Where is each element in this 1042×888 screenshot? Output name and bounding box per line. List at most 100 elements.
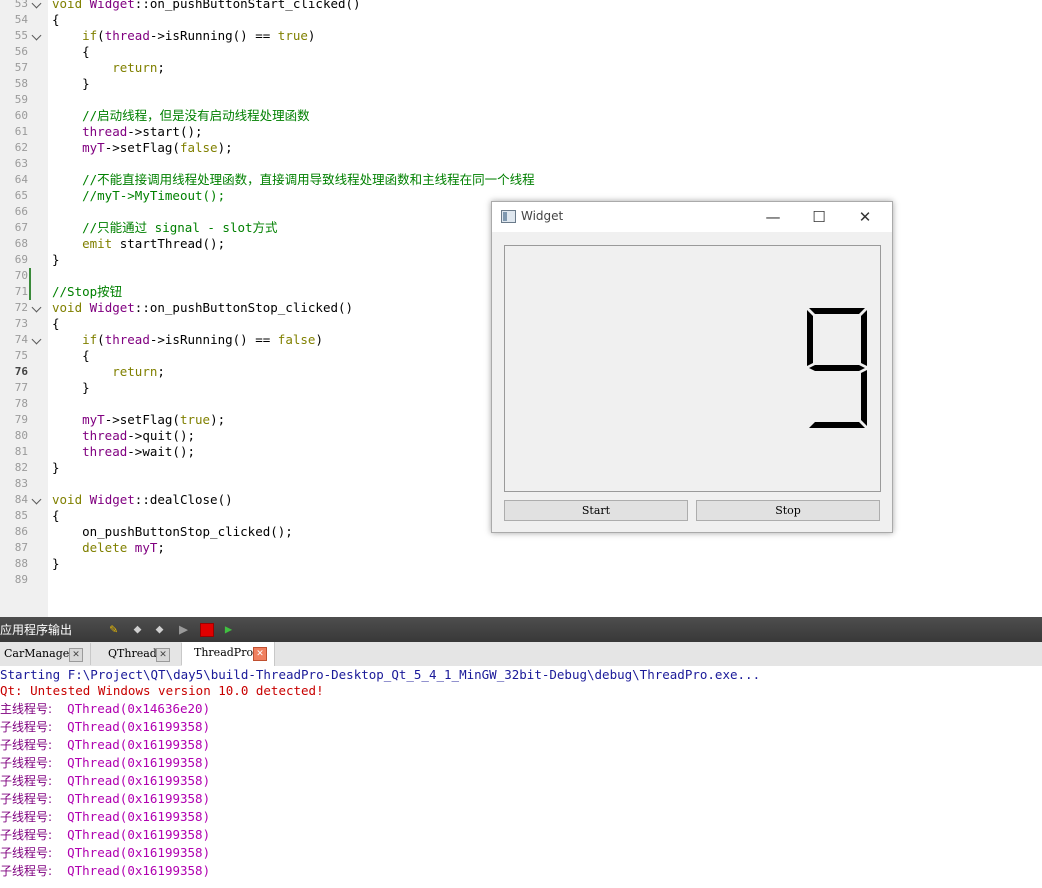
code-line[interactable]: 64 //不能直接调用线程处理函数，直接调用导致线程处理函数和主线程在同一个线程 [0,172,1042,188]
code-line[interactable]: 56 { [0,44,1042,60]
code-text: //myT->MyTimeout(); [52,188,225,204]
fold-chevron-icon[interactable] [31,334,42,345]
output-line: 子线程号: QThread(0x16199358) [0,808,210,826]
code-line[interactable]: 60 //启动线程，但是没有启动线程处理函数 [0,108,1042,124]
lcd-number-display [504,245,881,492]
widget-window[interactable]: Widget — ☐ ✕ Start Stop [491,201,893,533]
fold-chevron-icon[interactable] [31,0,42,9]
code-token: //启动线程，但是没有启动线程处理函数 [82,108,310,123]
code-token: { [52,316,60,331]
code-token: if [82,28,98,43]
code-line[interactable]: 54 { [0,12,1042,28]
code-line[interactable]: 89 [0,572,1042,588]
line-number: 80 [14,429,28,442]
close-button[interactable]: ✕ [842,202,888,232]
attach-debugger-icon[interactable]: ▶ [221,622,236,637]
code-text: void Widget::on_pushButtonStop_clicked() [52,300,353,316]
output-line: 主线程号: QThread(0x14636e20) [0,700,210,718]
code-token: return [112,364,158,379]
run-icon[interactable]: ▶ [176,622,191,637]
fold-chevron-icon[interactable] [31,494,42,505]
application-output[interactable]: Starting F:\Project\QT\day5\build-Thread… [0,666,1042,888]
code-token: true [179,412,211,427]
thread-id: QThread(0x16199358) [67,719,211,734]
start-button[interactable]: Start [504,500,688,521]
code-token: ( [97,28,105,43]
code-token: } [52,460,60,475]
close-tab-icon[interactable]: ✕ [69,648,83,662]
tab-qthread[interactable]: QThread ✕ [91,643,182,665]
code-token: //Stop按钮 [52,284,123,299]
code-token: { [52,44,90,59]
output-line: 子线程号: QThread(0x16199358) [0,862,210,880]
code-token: thread [82,124,128,139]
code-text: { [52,508,60,524]
code-line[interactable]: 57 return; [0,60,1042,76]
output-pane-title: 应用程序输出 [0,623,73,637]
code-token: ) [307,28,316,43]
code-token: { [52,12,60,27]
code-token: ; [157,364,165,379]
window-titlebar[interactable]: Widget — ☐ ✕ [492,202,892,232]
output-line: 子线程号: QThread(0x16199358) [0,736,210,754]
code-token: } [52,380,90,395]
code-text: void Widget::dealClose() [52,492,233,508]
code-text: } [52,252,60,268]
code-line[interactable]: 53 void Widget::on_pushButtonStart_clicke… [0,0,1042,12]
clear-output-icon[interactable]: ✎ [106,622,121,637]
close-tab-icon[interactable]: ✕ [253,647,267,661]
maximize-button[interactable]: ☐ [796,202,842,232]
code-token: ->isRunning() == [149,28,278,43]
line-number: 53 [14,0,28,10]
minimize-button[interactable]: — [750,202,796,232]
lcd-digit-graphic [807,308,867,428]
line-number: 88 [14,557,28,570]
app-window-icon [501,210,516,223]
code-token: ::on_pushButtonStop_clicked() [134,300,354,315]
code-token: if [82,332,98,347]
line-number: 71 [14,285,28,298]
code-line[interactable]: 58 } [0,76,1042,92]
code-token: delete [82,540,135,555]
stop-icon[interactable] [199,622,214,637]
code-token: void [52,0,90,11]
next-item-icon[interactable]: ◆ [152,622,167,637]
code-token: ->isRunning() == [149,332,278,347]
line-number: 78 [14,397,28,410]
code-line[interactable]: 55 if(thread->isRunning() == true) [0,28,1042,44]
code-text: if(thread->isRunning() == false) [52,332,323,348]
previous-item-icon[interactable]: ◆ [130,622,145,637]
close-tab-icon[interactable]: ✕ [156,648,170,662]
code-line[interactable]: 62 myT->setFlag(false); [0,140,1042,156]
line-number: 55 [14,29,28,42]
tab-threadpro[interactable]: ThreadPro ✕ [182,642,275,666]
fold-chevron-icon[interactable] [31,302,42,313]
code-line[interactable]: 87 delete myT; [0,540,1042,556]
code-text: //启动线程，但是没有启动线程处理函数 [52,108,310,124]
fold-chevron-icon[interactable] [31,30,42,41]
code-line[interactable]: 88} [0,556,1042,572]
code-token: Widget [89,0,135,11]
code-token: { [52,508,60,523]
change-marker [29,268,31,284]
thread-id: QThread(0x16199358) [67,773,211,788]
code-text: delete myT; [52,540,165,556]
code-token: } [52,556,60,571]
tab-carmanager[interactable]: CarManager ✕ [0,643,91,665]
code-text: myT->setFlag(false); [52,140,233,156]
output-warning-line: Qt: Untested Windows version 10.0 detect… [0,683,324,698]
code-line[interactable]: 63 [0,156,1042,172]
code-line[interactable]: 61 thread->start(); [0,124,1042,140]
tab-label: CarManager [4,647,75,660]
output-line: 子线程号: QThread(0x16199358) [0,754,210,772]
stop-button[interactable]: Stop [696,500,880,521]
line-number: 89 [14,573,28,586]
line-number: 77 [14,381,28,394]
code-line[interactable]: 59 [0,92,1042,108]
code-token: ->wait(); [127,444,195,459]
